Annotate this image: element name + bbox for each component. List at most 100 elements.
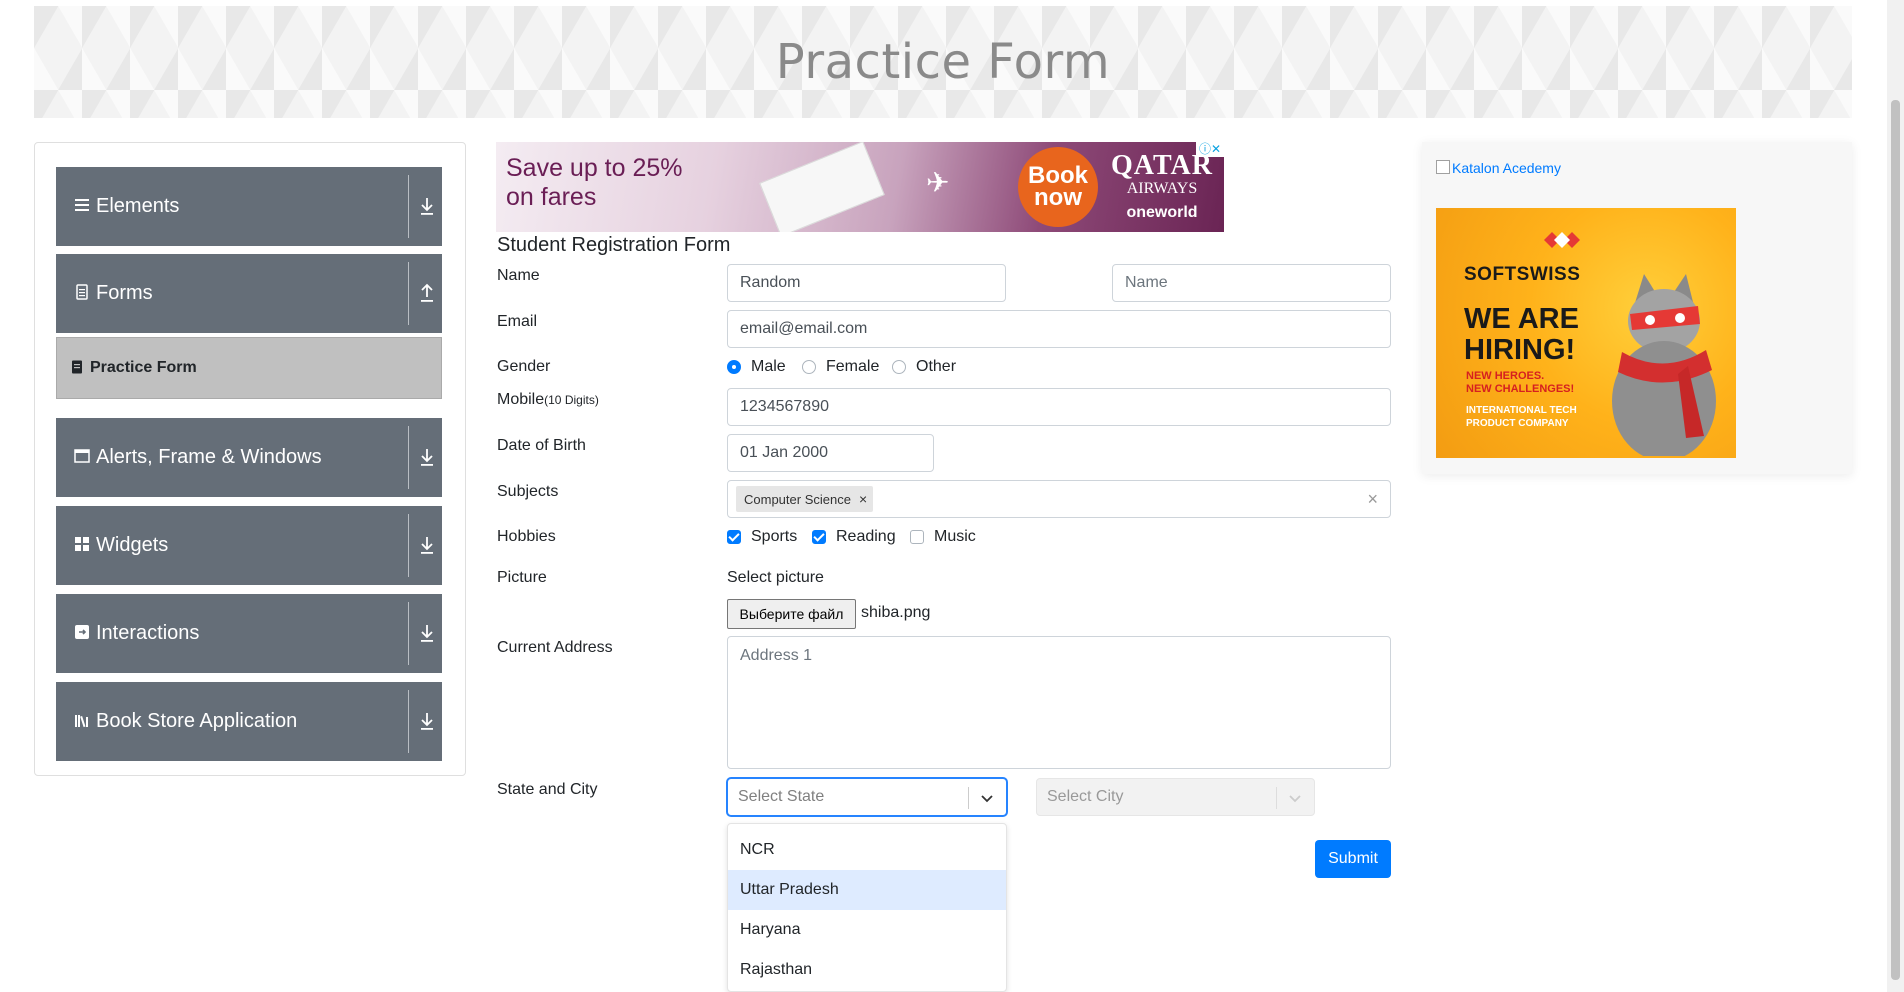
current-address-textarea[interactable]: Address 1 [727, 636, 1391, 769]
download-arrow-icon [421, 449, 433, 466]
scrollbar-thumb[interactable] [1891, 100, 1900, 980]
chevron-down-icon[interactable] [1288, 791, 1302, 805]
ad-headline-line1: WE ARE [1464, 303, 1579, 335]
radio-label[interactable]: Female [826, 358, 879, 376]
email-label: Email [497, 313, 538, 330]
last-name-input[interactable]: Name [1112, 264, 1391, 302]
divider [408, 602, 409, 665]
city-select[interactable]: Select City [1036, 778, 1315, 816]
page-scrollbar[interactable] [1887, 0, 1904, 992]
broken-image-icon [1436, 160, 1450, 174]
sidebar-group-label: Alerts, Frame & Windows [96, 446, 322, 468]
date-of-birth-input[interactable]: 01 Jan 2000 [727, 434, 934, 472]
checkbox-box[interactable] [812, 530, 826, 544]
ad-subline-2: NEW CHALLENGES! [1466, 383, 1575, 395]
ad-headline-line2: on fares [506, 183, 597, 211]
city-select-value: Select City [1047, 788, 1124, 805]
ad-brand-sub: AIRWAYS [1126, 180, 1198, 197]
chip-remove-icon[interactable]: × [859, 491, 867, 507]
download-arrow-icon [421, 198, 433, 215]
checkbox-box[interactable] [727, 530, 741, 544]
state-select[interactable]: Select State [727, 778, 1007, 816]
ad-subline-1: NEW HEROES. [1466, 370, 1545, 382]
page-title: Practice Form [775, 34, 1111, 90]
ad-alliance: oneworld [1126, 204, 1198, 221]
mobile-label-text: Mobile [497, 391, 545, 408]
state-dropdown-menu: NCR Uttar Pradesh Haryana Rajasthan [727, 823, 1007, 992]
hobbies-label: Hobbies [497, 528, 556, 545]
select-picture-hint: Select picture [727, 569, 824, 586]
document-icon [76, 284, 88, 300]
subjects-label: Subjects [497, 483, 559, 500]
mobile-input[interactable]: 1234567890 [727, 388, 1391, 426]
right-ad-panel: Katalon Acedemy SOFTSWISS WE ARE HIRING!… [1422, 142, 1852, 474]
radio-circle[interactable] [727, 360, 741, 374]
ad-tagline-2: PRODUCT COMPANY [1466, 418, 1569, 429]
chevron-down-icon[interactable] [980, 791, 994, 805]
airplane-icon: ✈ [926, 167, 950, 198]
divider [408, 175, 409, 238]
radio-circle[interactable] [892, 360, 906, 374]
dob-label: Date of Birth [497, 437, 586, 454]
checkbox-label[interactable]: Sports [751, 528, 797, 546]
ticket-image [759, 142, 885, 232]
ad-banner-qatar[interactable]: Save up to 25% on fares ✈ Book now QATAR… [496, 142, 1224, 232]
state-city-label: State and City [497, 781, 598, 798]
ad-subline: NEW HEROES. NEW CHALLENGES! [1466, 370, 1574, 396]
books-icon [75, 715, 88, 728]
ad-tagline-1: INTERNATIONAL TECH [1466, 405, 1577, 416]
divider [408, 514, 409, 577]
checkbox-box[interactable] [910, 530, 924, 544]
choose-file-button[interactable]: Выберите файл [727, 599, 856, 629]
sidebar-group-forms[interactable]: Forms [56, 254, 442, 333]
katalon-academy-link[interactable]: Katalon Acedemy [1436, 160, 1561, 176]
email-input[interactable]: email@email.com [727, 310, 1391, 348]
ad-button-line2: now [1034, 184, 1082, 211]
download-arrow-icon [421, 537, 433, 554]
hamburger-icon [75, 199, 89, 211]
first-name-input[interactable]: Random [727, 264, 1006, 302]
sidebar-group-label: Interactions [96, 622, 200, 644]
sidebar-group-label: Widgets [96, 534, 169, 556]
interactions-icon [75, 625, 89, 639]
state-option-uttar-pradesh[interactable]: Uttar Pradesh [728, 870, 1006, 910]
sidebar-group-alerts[interactable]: Alerts, Frame & Windows [56, 418, 442, 497]
sidebar-group-widgets[interactable]: Widgets [56, 506, 442, 585]
radio-circle[interactable] [802, 360, 816, 374]
form-title: Student Registration Form [497, 234, 731, 256]
divider [408, 690, 409, 753]
widgets-icon [75, 537, 89, 551]
state-option-haryana[interactable]: Haryana [728, 910, 1006, 950]
softswiss-ad[interactable]: SOFTSWISS WE ARE HIRING! NEW HEROES. NEW… [1436, 208, 1736, 458]
sidebar-group-interactions[interactable]: Interactions [56, 594, 442, 673]
sidebar-group-elements[interactable]: Elements [56, 167, 442, 246]
clear-icon[interactable]: × [1367, 481, 1378, 517]
sidebar-group-label: Forms [96, 282, 153, 304]
checkbox-label[interactable]: Reading [836, 528, 896, 546]
divider [408, 262, 409, 325]
submit-button[interactable]: Submit [1315, 840, 1391, 878]
ad-tagline: INTERNATIONAL TECH PRODUCT COMPANY [1466, 404, 1577, 430]
radio-label[interactable]: Male [751, 358, 786, 376]
sidebar-item-practice-form[interactable]: Practice Form [56, 337, 442, 399]
state-option-ncr[interactable]: NCR [728, 830, 1006, 870]
sidebar-item-label: Practice Form [90, 359, 197, 376]
subject-chip-label: Computer Science [744, 492, 851, 507]
ad-choices-icon[interactable]: ⓘ✕ [1196, 142, 1224, 157]
checkbox-label[interactable]: Music [934, 528, 976, 546]
sidebar-group-book-store[interactable]: Book Store Application [56, 682, 442, 761]
mobile-hint: (10 Digits) [544, 393, 599, 407]
download-arrow-icon [421, 625, 433, 642]
form-doc-icon [72, 360, 82, 374]
name-label: Name [497, 267, 540, 284]
download-arrow-icon [421, 713, 433, 730]
ad-book-now-button[interactable]: Book now [1018, 147, 1098, 227]
picture-label: Picture [497, 569, 547, 586]
subject-chip: Computer Science × [736, 486, 874, 512]
state-option-rajasthan[interactable]: Rajasthan [728, 950, 1006, 990]
katalon-academy-alt[interactable]: Katalon Acedemy [1452, 160, 1561, 176]
radio-label[interactable]: Other [916, 358, 956, 376]
page-banner: Practice Form [34, 6, 1852, 118]
ad-headline: Save up to 25% on fares [506, 154, 683, 212]
cat-illustration [1612, 274, 1716, 456]
